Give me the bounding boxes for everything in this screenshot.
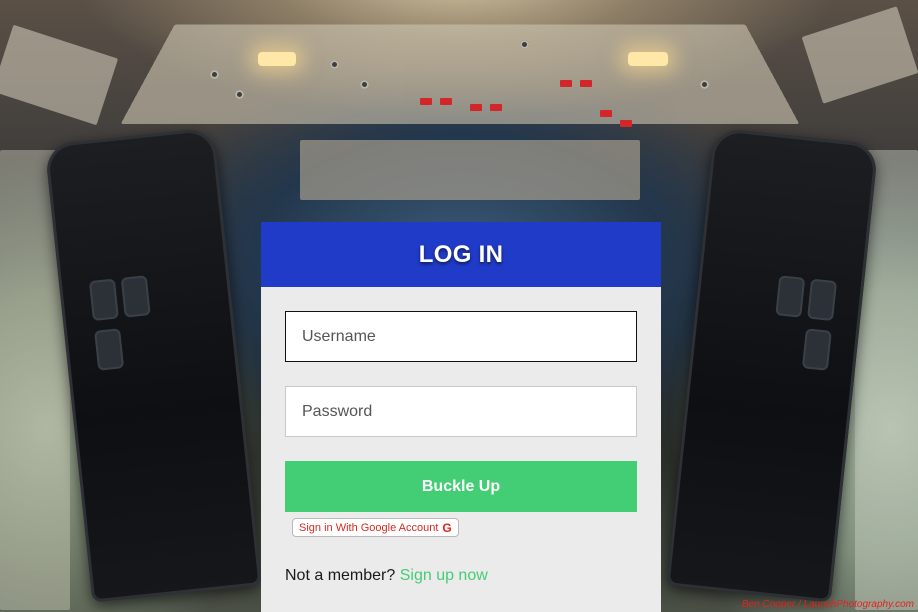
login-title: LOG IN xyxy=(418,240,504,268)
signup-prompt-text: Not a member? xyxy=(285,567,396,584)
password-input[interactable] xyxy=(285,386,637,437)
signup-prompt: Not a member? Sign up now xyxy=(285,567,637,585)
login-header: LOG IN xyxy=(261,222,661,287)
google-signin-button[interactable]: Sign in With Google Account G xyxy=(292,518,459,537)
google-icon: G xyxy=(442,520,452,535)
login-card: LOG IN Buckle Up Sign in With Google Acc… xyxy=(261,222,661,612)
buckle-up-button[interactable]: Buckle Up xyxy=(285,461,637,512)
photo-credit: Ben Cooper / LaunchPhotography.com xyxy=(741,599,914,610)
username-input[interactable] xyxy=(285,311,637,362)
signup-link[interactable]: Sign up now xyxy=(400,567,488,584)
login-form: Buckle Up Sign in With Google Account G … xyxy=(261,287,661,585)
google-signin-label: Sign in With Google Account xyxy=(299,521,439,534)
